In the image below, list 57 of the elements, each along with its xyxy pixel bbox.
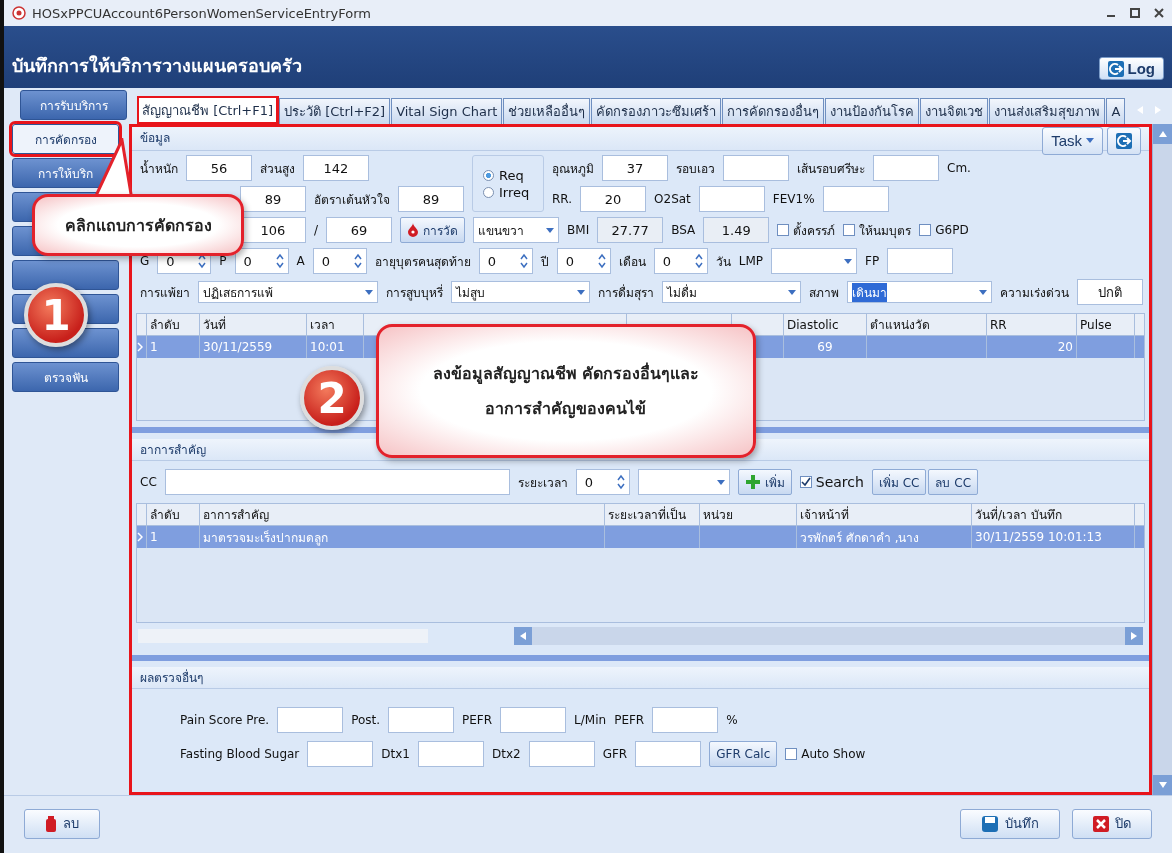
field-label: สภาพ: [809, 284, 840, 302]
table-cell: 1: [150, 530, 158, 544]
field-label: วัน: [715, 253, 731, 271]
readonly-field: 27.77: [597, 217, 664, 243]
field-label: Dtx2: [492, 747, 521, 761]
field-label: อายุบุตรคนสุดท้าย: [374, 253, 471, 271]
table-cell-text: วรพักตร์ ศักดาคำ ,นาง: [800, 529, 920, 547]
field-label: ความเร่งด่วน: [1000, 284, 1069, 302]
section-title: ข้อมูล: [140, 130, 170, 147]
field-label: GFR: [602, 747, 628, 761]
window-title: HOSxPPCUAccount6PersonWomenServiceEntryForm: [32, 5, 371, 21]
table-cell: 30/11/2559 10:01:13: [975, 530, 1102, 544]
table-cell-text: มาตรวจมะเร็งปากมดลูก: [203, 529, 328, 547]
field-label: การสูบบุหรี่: [385, 283, 443, 302]
field-label: ส่วนสูง: [260, 160, 295, 178]
field-label: RR.: [552, 192, 573, 206]
section-title: ผลตรวจอื่นๆ: [140, 668, 203, 687]
field-label: ระยะเวลา: [517, 474, 568, 492]
section-title: อาการสำคัญ: [140, 442, 206, 459]
field-label: การดื่มสุรา: [597, 283, 654, 302]
field-label: LMP: [738, 254, 764, 268]
form-title: บันทึกการให้บริการวางแผนครอบครัว: [12, 54, 302, 78]
callout-tooltip: คลิกแถบการคัดกรอง: [32, 194, 244, 256]
field-label: /: [314, 223, 319, 237]
table-cell: 30/11/2559: [203, 340, 273, 354]
field-label: รอบเอว: [676, 160, 715, 178]
field-label: การแพ้ยา: [140, 284, 190, 302]
field-label: อัตราเต้นหัวใจ: [314, 191, 390, 209]
callout-tooltip: ลงข้อมูลสัญญาณชีพ คัดกรองอื่นๆและ อาการสำคัญของคนไข้: [376, 324, 756, 458]
field-label: O2Sat: [654, 192, 691, 206]
table-cell: 69: [817, 340, 833, 354]
field-label: PEFR: [614, 713, 645, 727]
field-label: Pain Score Pre.: [180, 713, 270, 727]
table-cell: 20: [1057, 340, 1073, 354]
field-label: P: [219, 254, 227, 268]
field-label: CC: [140, 475, 157, 489]
field-label: A: [296, 254, 305, 268]
field-label: L/Min: [574, 713, 607, 727]
readonly-field: 1.49: [703, 217, 770, 243]
field-label: Post.: [351, 713, 381, 727]
field-label: Fasting Blood Sugar: [180, 747, 300, 761]
field-label: เดือน: [618, 253, 646, 271]
table-cell: 10:01: [310, 340, 345, 354]
table-cell: 1: [150, 340, 158, 354]
field-label: BSA: [671, 223, 696, 237]
field-label: FEV1%: [772, 192, 815, 206]
field-label: ปี: [540, 253, 549, 271]
field-label: อุณหภูมิ: [552, 160, 594, 178]
field-label: FP: [865, 254, 880, 268]
field-label: PEFR: [462, 713, 493, 727]
field-label: G: [140, 254, 150, 268]
field-label: Cm.: [947, 161, 971, 175]
field-label: เส้นรอบศรีษะ: [797, 160, 865, 178]
field-label: %: [726, 713, 738, 727]
field-label: Dtx1: [381, 747, 410, 761]
field-label: น้ำหนัก: [140, 159, 178, 178]
field-label: BMI: [567, 223, 590, 237]
